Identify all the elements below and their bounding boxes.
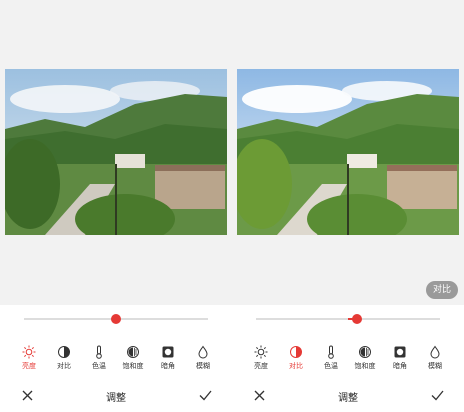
bottom-title: 调整 <box>106 393 126 404</box>
tool-label: 对比 <box>289 362 303 370</box>
tool-bar: 亮度 对比 色温 饱和度 暗角 模糊 <box>0 345 232 373</box>
tool-brightness[interactable]: 亮度 <box>12 345 46 371</box>
preview-area: 对比 <box>232 0 464 305</box>
tool-bar: 亮度 对比 色温 饱和度 暗角 模糊 <box>232 345 464 373</box>
bottom-bar: 调整 <box>0 382 232 410</box>
tool-label: 对比 <box>57 362 71 370</box>
tool-label: 色温 <box>92 362 106 370</box>
adjust-slider[interactable] <box>256 314 440 324</box>
tool-label: 色温 <box>324 362 338 370</box>
compare-button[interactable]: 对比 <box>426 281 458 299</box>
tool-label: 暗角 <box>393 362 407 370</box>
check-icon[interactable] <box>199 390 212 401</box>
photo-preview <box>237 69 459 235</box>
tool-contrast[interactable]: 对比 <box>47 345 81 371</box>
sun-icon <box>22 345 36 359</box>
slider-knob[interactable] <box>111 314 121 324</box>
check-icon[interactable] <box>431 390 444 401</box>
tool-label: 暗角 <box>161 362 175 370</box>
adjust-slider[interactable] <box>24 314 208 324</box>
tool-blur[interactable]: 模糊 <box>418 345 452 371</box>
tool-label: 亮度 <box>22 362 36 370</box>
tool-vignette[interactable]: 暗角 <box>383 345 417 371</box>
blur-drop-icon <box>198 345 208 359</box>
contrast-icon <box>58 346 70 358</box>
tool-blur[interactable]: 模糊 <box>186 345 220 371</box>
vignette-icon <box>162 346 174 358</box>
saturation-icon <box>127 346 139 358</box>
tool-saturation[interactable]: 饱和度 <box>348 345 382 371</box>
editor-panel-right: 对比 亮度 对比 色温 饱和度 暗角 模糊 调整 <box>232 0 464 412</box>
photo-preview <box>5 69 227 235</box>
tool-vignette[interactable]: 暗角 <box>151 345 185 371</box>
vignette-icon <box>394 346 406 358</box>
sun-icon <box>254 345 268 359</box>
blur-drop-icon <box>430 345 440 359</box>
saturation-icon <box>359 346 371 358</box>
tool-label: 饱和度 <box>122 362 144 370</box>
preview-area <box>0 0 232 305</box>
tool-saturation[interactable]: 饱和度 <box>116 345 150 371</box>
editor-panel-left: 亮度 对比 色温 饱和度 暗角 模糊 调整 <box>0 0 232 412</box>
slider-knob[interactable] <box>352 314 363 324</box>
tool-temperature[interactable]: 色温 <box>314 345 348 371</box>
tool-label: 模糊 <box>428 362 442 370</box>
thermometer-icon <box>328 345 334 359</box>
thermometer-icon <box>96 345 102 359</box>
tool-contrast[interactable]: 对比 <box>279 345 313 371</box>
contrast-icon <box>290 346 302 358</box>
tool-label: 饱和度 <box>354 362 376 370</box>
tool-brightness[interactable]: 亮度 <box>244 345 278 371</box>
tool-temperature[interactable]: 色温 <box>82 345 116 371</box>
tool-label: 模糊 <box>196 362 210 370</box>
bottom-title: 调整 <box>338 393 358 404</box>
tool-label: 亮度 <box>254 362 268 370</box>
bottom-bar: 调整 <box>232 382 464 410</box>
